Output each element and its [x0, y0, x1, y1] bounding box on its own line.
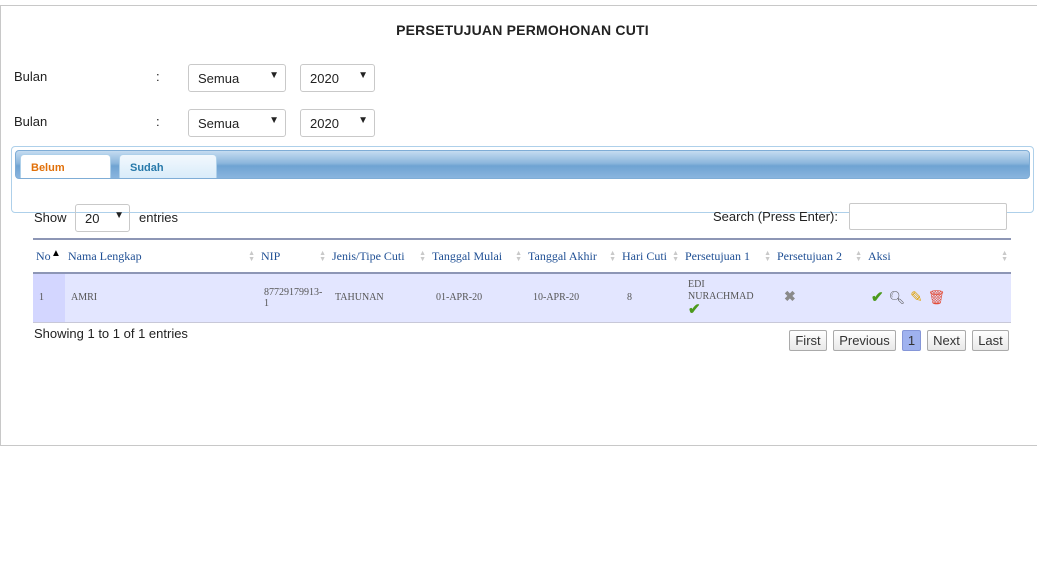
cell-mulai: 01-APR-20 [429, 273, 525, 323]
show-label: Show [34, 210, 67, 225]
year-select-value: 2020 [310, 71, 339, 86]
table-row: 1 AMRI 87729179913-1 TAHUNAN 01-APR-20 1… [33, 273, 1011, 323]
header-label: Persetujuan 2 [777, 248, 842, 263]
header-label: Tanggal Mulai [432, 248, 503, 263]
filter-label: Bulan [14, 114, 48, 129]
search-icon[interactable]: 🔍︎ [889, 290, 906, 306]
page-button-current[interactable]: 1 [902, 330, 921, 351]
cell-aksi: ✔ 🔍︎ ✎ 🗑︎ [865, 273, 1011, 323]
leave-requests-table: No ▲ Nama Lengkap ▲ ▼ NIP ▲ ▼ Jenis/Tipe Cuti… [33, 238, 1011, 323]
sort-icon: ▲ ▼ [248, 249, 255, 263]
month-select-value: Semua [198, 71, 240, 86]
chevron-down-icon: ▼ [269, 70, 279, 81]
cell-akhir: 10-APR-20 [525, 273, 619, 323]
cell-nip: 87729179913-1 [258, 273, 329, 323]
sort-icon: ▲ ▼ [609, 249, 616, 263]
month-select[interactable]: Semua ▼ [188, 109, 286, 137]
filter-label: Bulan [14, 69, 48, 84]
chevron-down-icon: ▼ [358, 70, 368, 81]
header-label: NIP [261, 248, 281, 263]
sort-icon: ▲ ▼ [515, 249, 522, 263]
cell-hari: 8 [619, 273, 682, 323]
sort-icon: ▲ ▼ [672, 249, 679, 263]
sort-icon: ▲ ▼ [1001, 249, 1008, 263]
last-page-button[interactable]: Last [972, 330, 1009, 351]
header-label: Nama Lengkap [68, 248, 142, 263]
year-select-value: 2020 [310, 116, 339, 131]
approver-name: EDI NURACHMAD [688, 278, 754, 302]
header-label: Aksi [868, 248, 891, 263]
col-header-akhir[interactable]: Tanggal Akhir ▲ ▼ [525, 238, 619, 274]
sort-icon: ▲ ▼ [764, 249, 771, 263]
cell-persetujuan1: EDI NURACHMAD ✔ [682, 273, 774, 323]
cell-jenis: TAHUNAN [329, 273, 429, 323]
header-label: Persetujuan 1 [685, 248, 750, 263]
sort-icon: ▲ ▼ [855, 249, 862, 263]
cell-persetujuan2: ✖ [774, 273, 865, 323]
edit-icon[interactable]: ✎ [910, 288, 923, 307]
col-header-jenis[interactable]: Jenis/Tipe Cuti ▲ ▼ [329, 238, 429, 274]
cell-nama: AMRI [65, 273, 258, 323]
filter-colon: : [156, 114, 160, 129]
previous-page-button[interactable]: Previous [833, 330, 896, 351]
header-label: No [36, 248, 51, 263]
year-select[interactable]: 2020 ▼ [300, 64, 375, 92]
tabs-bar: Belum Disetujui Sudah Disetujui [15, 150, 1030, 179]
header-label: Jenis/Tipe Cuti [332, 248, 405, 263]
col-header-mulai[interactable]: Tanggal Mulai ▲ ▼ [429, 238, 525, 274]
header-label: Tanggal Akhir [528, 248, 597, 263]
cell-no: 1 [33, 273, 65, 323]
filter-colon: : [156, 69, 160, 84]
month-select[interactable]: Semua ▼ [188, 64, 286, 92]
col-header-persetujuan1[interactable]: Persetujuan 1 ▲ ▼ [682, 238, 774, 274]
page-title: PERSETUJUAN PERMOHONAN CUTI [396, 22, 649, 38]
col-header-hari[interactable]: Hari Cuti ▲ ▼ [619, 238, 682, 274]
page-length-select[interactable]: 20 ▼ [75, 204, 130, 232]
chevron-down-icon: ▼ [114, 210, 124, 221]
col-header-persetujuan2[interactable]: Persetujuan 2 ▲ ▼ [774, 238, 865, 274]
sort-icon: ▲ ▼ [419, 249, 426, 263]
delete-icon[interactable]: 🗑︎ [928, 290, 946, 307]
month-select-value: Semua [198, 116, 240, 131]
first-page-button[interactable]: First [789, 330, 827, 351]
page-length-value: 20 [85, 211, 100, 226]
year-select[interactable]: 2020 ▼ [300, 109, 375, 137]
next-page-button[interactable]: Next [927, 330, 966, 351]
sort-icon: ▲ ▼ [319, 249, 326, 263]
entries-label: entries [139, 210, 179, 225]
approve-icon[interactable]: ✔ [871, 288, 884, 307]
table-info: Showing 1 to 1 of 1 entries [34, 326, 188, 341]
header-label: Hari Cuti [622, 248, 667, 263]
chevron-down-icon: ▼ [358, 115, 368, 126]
x-icon: ✖ [784, 290, 796, 306]
tab-sudah-disetujui[interactable]: Sudah Disetujui [119, 154, 217, 178]
col-header-no[interactable]: No ▲ [33, 238, 65, 274]
sort-asc-icon: ▲ [51, 248, 61, 259]
search-input[interactable] [849, 203, 1007, 230]
search-label: Search (Press Enter): [713, 209, 838, 224]
tab-belum-disetujui[interactable]: Belum Disetujui [20, 154, 111, 178]
chevron-down-icon: ▼ [269, 115, 279, 126]
col-header-nip[interactable]: NIP ▲ ▼ [258, 238, 329, 274]
col-header-nama[interactable]: Nama Lengkap ▲ ▼ [65, 238, 258, 274]
check-icon: ✔ [688, 301, 701, 318]
col-header-aksi[interactable]: Aksi ▲ ▼ [865, 238, 1011, 274]
